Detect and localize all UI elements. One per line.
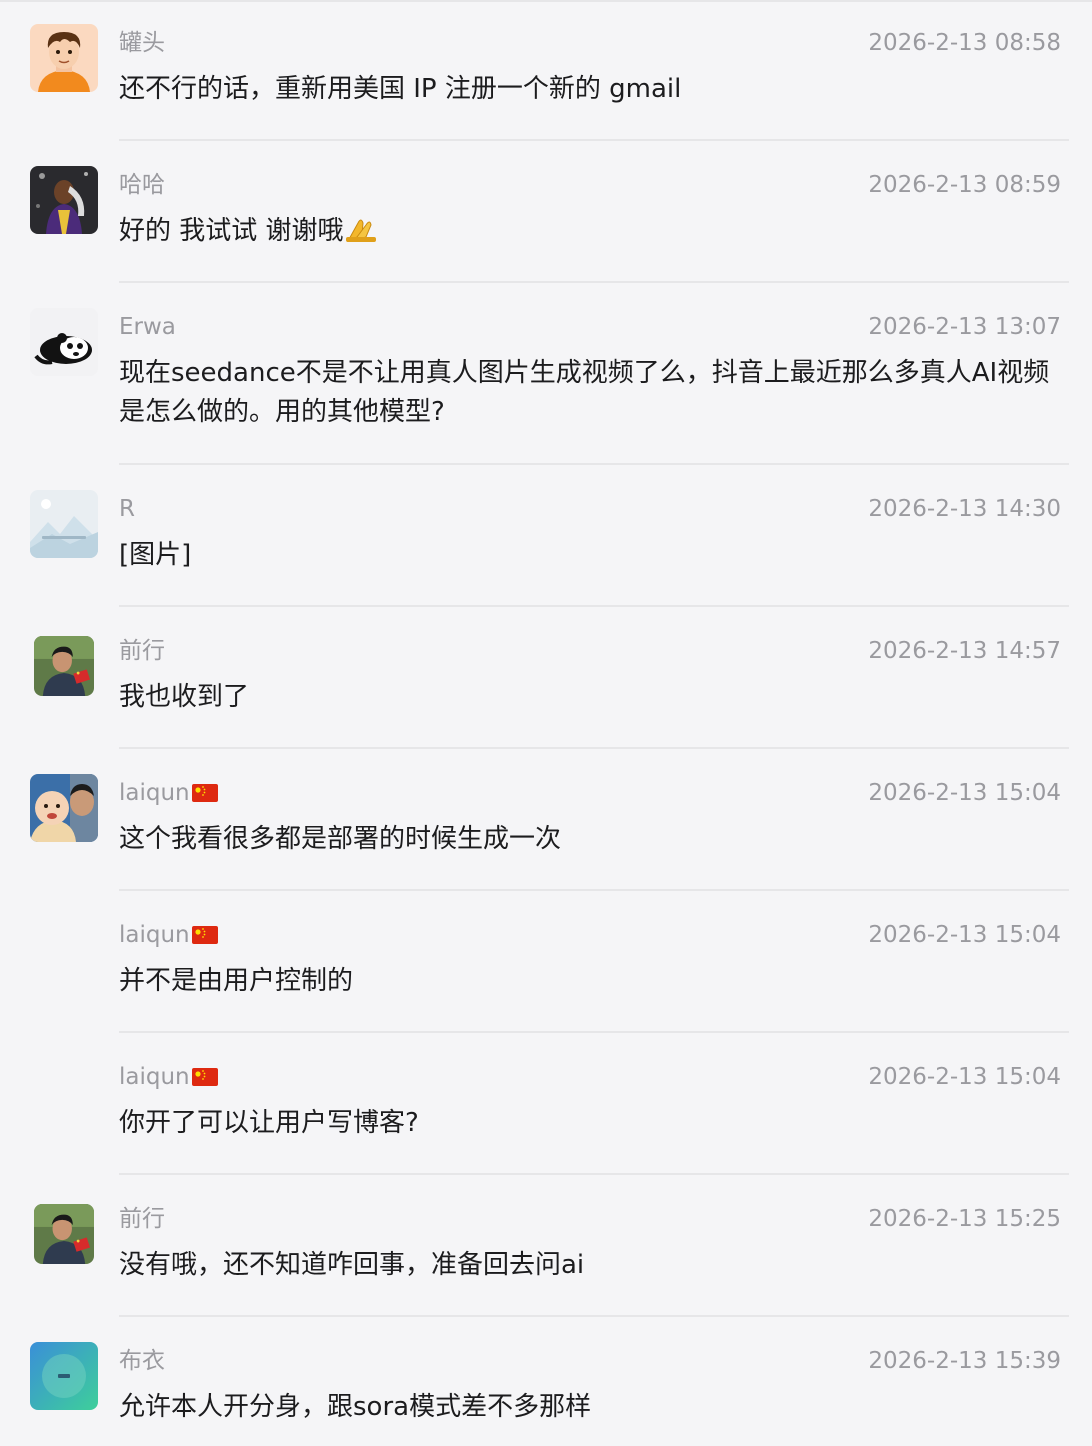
sender-name-text: laiqun (119, 1064, 190, 1090)
message-text: 这个我看很多都是部署的时候生成一次 (119, 824, 562, 854)
panda-avatar[interactable] (30, 308, 98, 376)
message-divider (119, 463, 1069, 465)
cn-flag-icon (191, 1068, 218, 1086)
sender-name[interactable]: 罐头 (119, 28, 165, 58)
message-timestamp: 2026-2-13 14:57 (868, 638, 1061, 664)
basketball-player-avatar[interactable] (30, 166, 98, 234)
message-divider (119, 747, 1069, 749)
message-divider (119, 605, 1069, 607)
message-timestamp: 2026-2-13 15:04 (868, 1064, 1061, 1090)
message-text: 我也收到了 (119, 682, 250, 712)
message-timestamp: 2026-2-13 15:04 (868, 922, 1061, 948)
sender-name[interactable]: R (119, 494, 135, 524)
folded-hands-icon (344, 213, 378, 243)
sender-name[interactable]: laiqun (119, 920, 218, 950)
message-timestamp: 2026-2-13 15:39 (868, 1348, 1061, 1374)
family-photo-avatar[interactable] (30, 774, 98, 842)
man-with-flag-avatar[interactable] (34, 1204, 94, 1264)
landscape-avatar[interactable] (30, 490, 98, 558)
message-text: 没有哦，还不知道咋回事，准备回去问ai (119, 1250, 585, 1280)
message-text: 允许本人开分身，跟sora模式差不多那样 (119, 1392, 592, 1422)
sender-name-text: laiqun (119, 922, 190, 948)
message-timestamp: 2026-2-13 08:59 (868, 172, 1061, 198)
message-divider (119, 1031, 1069, 1033)
message-text: 好的 我试试 谢谢哦 (119, 212, 1069, 251)
sender-name[interactable]: 前行 (119, 636, 165, 666)
sender-name[interactable]: 布衣 (119, 1346, 165, 1376)
message-divider (119, 1173, 1069, 1175)
message-divider (119, 1315, 1069, 1317)
message-divider (119, 281, 1069, 283)
cartoon-boy-avatar[interactable] (30, 24, 98, 92)
message-timestamp: 2026-2-13 14:30 (868, 496, 1061, 522)
sender-name[interactable]: laiqun (119, 1062, 218, 1092)
message-timestamp: 2026-2-13 13:07 (868, 314, 1061, 340)
chat-message-list[interactable]: 罐头 2026-2-13 08:58 还不行的话，重新用美国 IP 注册一个新的… (0, 0, 1092, 1446)
sender-name[interactable]: 哈哈 (119, 170, 165, 200)
sender-name-text: laiqun (119, 780, 190, 806)
message-text: 现在seedance不是不让用真人图片生成视频了么，抖音上最近那么多真人AI视频… (119, 358, 1050, 427)
message-text[interactable]: [图片] (119, 536, 1069, 575)
sender-name[interactable]: 前行 (119, 1204, 165, 1234)
message-text: 还不行的话，重新用美国 IP 注册一个新的 gmail (119, 74, 682, 104)
cn-flag-icon (191, 784, 218, 802)
cn-flag-icon (191, 926, 218, 944)
teal-gradient-avatar[interactable] (30, 1342, 98, 1410)
sender-name[interactable]: Erwa (119, 312, 176, 342)
sender-name[interactable]: laiqun (119, 778, 218, 808)
message-divider (119, 139, 1069, 141)
man-with-flag-avatar[interactable] (34, 636, 94, 696)
message-timestamp: 2026-2-13 08:58 (868, 30, 1061, 56)
message-timestamp: 2026-2-13 15:25 (868, 1206, 1061, 1232)
message-text: 你开了可以让用户写博客? (119, 1108, 419, 1138)
message-text: 并不是由用户控制的 (119, 966, 354, 996)
message-timestamp: 2026-2-13 15:04 (868, 780, 1061, 806)
message-divider (119, 889, 1069, 891)
message-text-content: 好的 我试试 谢谢哦 (119, 216, 344, 246)
